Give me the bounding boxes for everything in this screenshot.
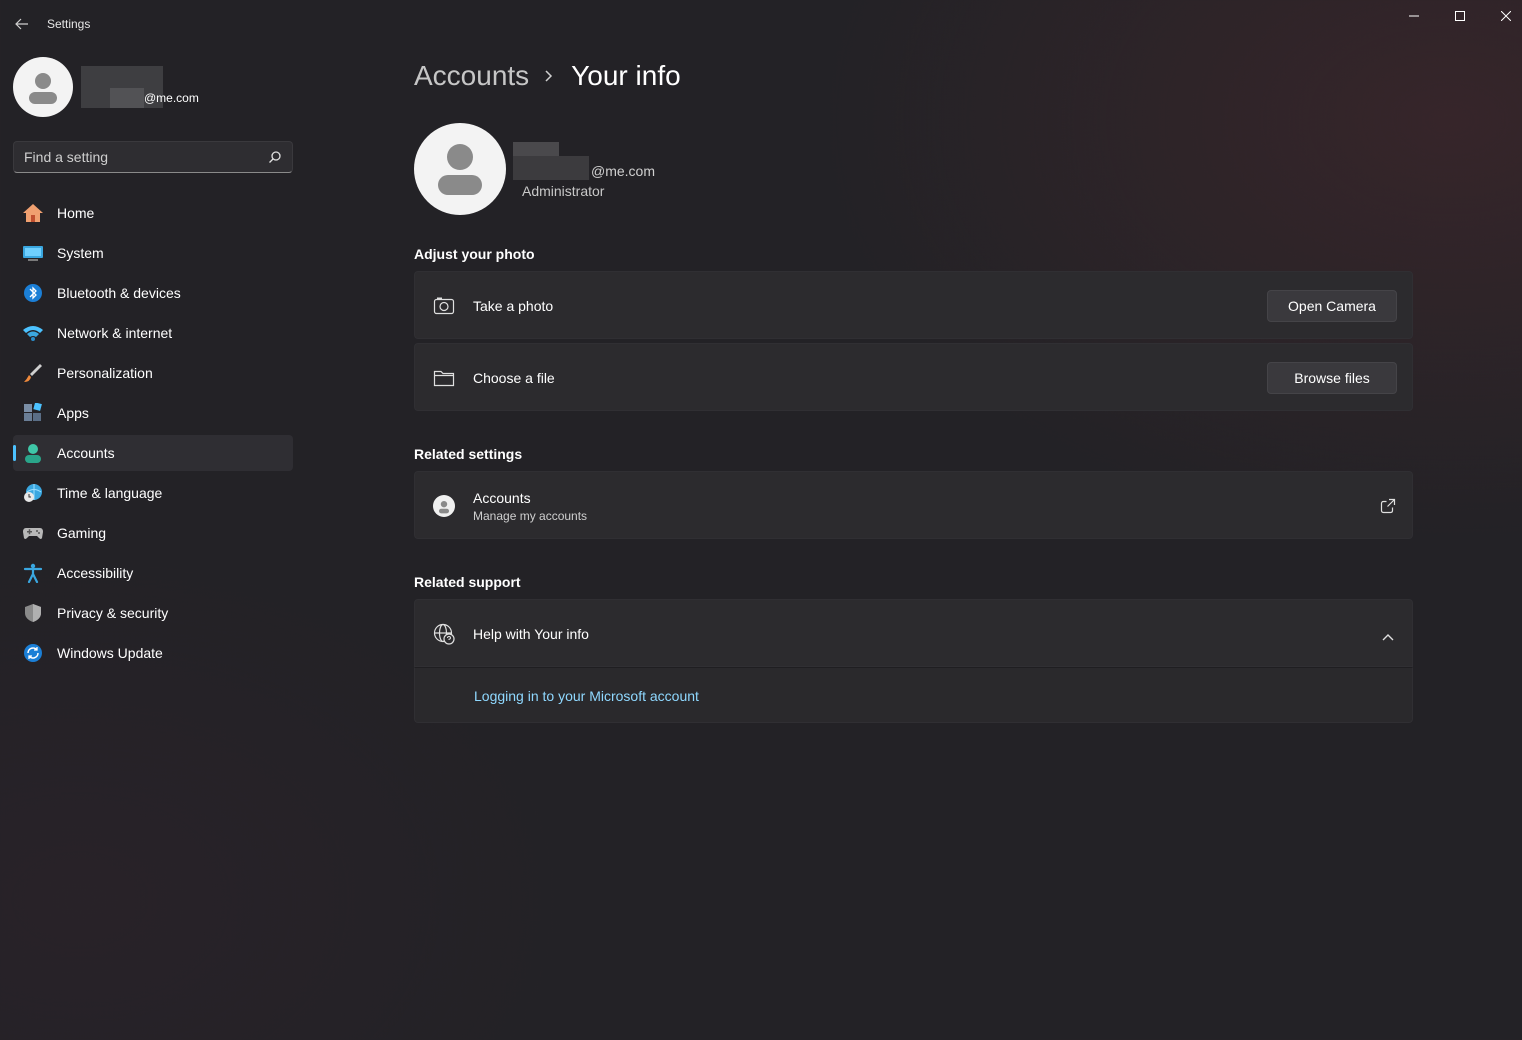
user-role: Administrator	[522, 183, 605, 199]
sidebar-item-windows-update[interactable]: Windows Update	[13, 635, 293, 671]
page-title: Your info	[571, 60, 681, 91]
minimize-icon	[1409, 15, 1419, 17]
maximize-button[interactable]	[1437, 0, 1483, 32]
camera-icon	[433, 295, 455, 317]
search-icon[interactable]	[268, 150, 282, 164]
person-icon	[438, 144, 482, 195]
section-title-related-support: Related support	[414, 574, 521, 590]
chevron-up-icon[interactable]	[1382, 628, 1394, 646]
sidebar-nav: Home System Bluetooth & devices Network …	[13, 195, 293, 675]
profile-email: @me.com	[144, 91, 199, 105]
profile-avatar	[13, 57, 73, 117]
related-accounts-card[interactable]: Accounts Manage my accounts	[414, 471, 1413, 539]
help-expander[interactable]: Help with Your info	[414, 599, 1413, 667]
sidebar-item-label: Personalization	[57, 365, 153, 381]
minimize-button[interactable]	[1391, 0, 1437, 32]
section-title-photo: Adjust your photo	[414, 246, 535, 262]
help-title: Help with Your info	[473, 626, 589, 642]
take-photo-label: Take a photo	[473, 298, 554, 314]
sidebar-item-label: Home	[57, 205, 95, 221]
open-camera-button[interactable]: Open Camera	[1267, 290, 1397, 322]
controller-icon	[22, 523, 44, 543]
microsoft-account-help-link[interactable]: Logging in to your Microsoft account	[474, 688, 699, 704]
sidebar-item-accounts[interactable]: Accounts	[13, 435, 293, 471]
accounts-icon	[22, 443, 44, 463]
related-accounts-title: Accounts	[473, 490, 531, 506]
open-external-icon	[1380, 498, 1396, 519]
back-button[interactable]	[8, 10, 36, 38]
sidebar-item-label: System	[57, 245, 104, 261]
sidebar-item-label: Gaming	[57, 525, 107, 541]
sidebar-item-network[interactable]: Network & internet	[13, 315, 293, 351]
shield-icon	[22, 603, 44, 623]
accessibility-icon	[22, 563, 44, 583]
sidebar-item-label: Accounts	[57, 445, 115, 461]
search-input[interactable]	[24, 142, 264, 172]
app-title: Settings	[47, 17, 91, 31]
close-button[interactable]	[1483, 0, 1522, 32]
section-title-related-settings: Related settings	[414, 446, 523, 462]
update-icon	[22, 643, 44, 663]
user-avatar	[414, 123, 506, 215]
sidebar-item-gaming[interactable]: Gaming	[13, 515, 293, 551]
account-circle-icon	[433, 495, 455, 517]
sidebar-item-home[interactable]: Home	[13, 195, 293, 231]
sidebar-item-label: Privacy & security	[57, 605, 169, 621]
take-photo-card: Take a photo Open Camera	[414, 271, 1413, 339]
choose-file-label: Choose a file	[473, 370, 555, 386]
choose-file-card: Choose a file Browse files	[414, 343, 1413, 411]
wifi-icon	[22, 323, 44, 343]
sidebar-item-label: Bluetooth & devices	[57, 285, 181, 301]
browse-files-button[interactable]: Browse files	[1267, 362, 1397, 394]
search-box	[13, 141, 293, 173]
breadcrumb-parent[interactable]: Accounts	[414, 60, 529, 92]
related-accounts-subtitle: Manage my accounts	[473, 509, 588, 523]
close-icon	[1501, 11, 1511, 21]
maximize-icon	[1455, 11, 1465, 21]
sidebar-item-label: Network & internet	[57, 325, 173, 341]
person-icon	[29, 73, 57, 104]
sidebar-item-apps[interactable]: Apps	[13, 395, 293, 431]
sidebar-item-label: Windows Update	[57, 645, 163, 661]
sidebar-item-system[interactable]: System	[13, 235, 293, 271]
breadcrumb: Accounts Your info	[414, 56, 681, 96]
sidebar-item-time-language[interactable]: Time & language	[13, 475, 293, 511]
system-icon	[22, 243, 44, 263]
sidebar-item-personalization[interactable]: Personalization	[13, 355, 293, 391]
user-email: @me.com	[591, 163, 655, 179]
folder-icon	[433, 367, 455, 389]
web-help-icon	[433, 623, 455, 645]
sidebar-item-label: Time & language	[57, 485, 163, 501]
sidebar-item-label: Accessibility	[57, 565, 134, 581]
back-arrow-icon	[15, 18, 28, 30]
title-bar: Settings	[0, 0, 1522, 48]
brush-icon	[22, 363, 44, 383]
sidebar-item-label: Apps	[57, 405, 89, 421]
sidebar-item-accessibility[interactable]: Accessibility	[13, 555, 293, 591]
apps-icon	[22, 403, 44, 423]
bluetooth-icon	[22, 283, 44, 303]
help-expander-content: Logging in to your Microsoft account	[414, 667, 1413, 723]
chevron-right-icon	[545, 70, 553, 82]
globe-clock-icon	[22, 483, 44, 503]
sidebar-item-privacy[interactable]: Privacy & security	[13, 595, 293, 631]
home-icon	[22, 203, 44, 223]
sidebar-item-bluetooth[interactable]: Bluetooth & devices	[13, 275, 293, 311]
